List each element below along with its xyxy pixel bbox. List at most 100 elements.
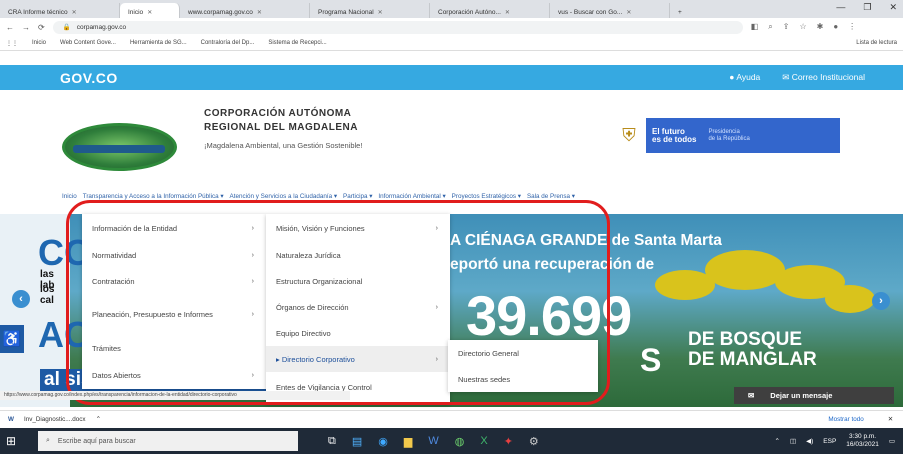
nav-item[interactable]: Participa ▾: [343, 193, 372, 200]
windows-start-icon[interactable]: ⊞: [6, 434, 28, 448]
corp-slogan: ¡Magdalena Ambiental, una Gestión Sosten…: [204, 141, 363, 150]
share-icon[interactable]: ⇪: [783, 22, 790, 32]
menu-icon[interactable]: ⋮: [848, 22, 856, 32]
nav-item[interactable]: Transparencia y Acceso a la Información …: [83, 193, 224, 200]
window-controls: — ❐ ✕: [836, 2, 897, 13]
url-text: corpamag.gov.co: [76, 23, 127, 31]
chrome-icon[interactable]: ◍: [455, 435, 465, 448]
address-row: ← → ⟳ 🔒 corpamag.gov.co ◧ ⌕ ⇪ ☆ ✱ ● ⋮: [0, 18, 903, 36]
tray-arrow-icon[interactable]: ⌃: [775, 437, 780, 445]
nav-item[interactable]: Inicio: [62, 193, 77, 200]
help-label: Ayuda: [736, 72, 761, 82]
nav-item[interactable]: Proyectos Estratégicos ▾: [452, 193, 521, 200]
bookmark-item[interactable]: Inicio: [32, 40, 46, 46]
word-file-icon: W: [8, 416, 14, 423]
store-icon[interactable]: ▤: [352, 435, 362, 448]
search-placeholder: Escribe aquí para buscar: [57, 437, 136, 445]
hero-bosque-text: DE BOSQUE DE MANGLAR: [688, 330, 817, 370]
chat-icon: ✉: [748, 391, 755, 400]
taskbar-search[interactable]: ⌕ Escribe aquí para buscar: [38, 431, 298, 451]
bookmark-item[interactable]: Herramienta de SG...: [130, 40, 187, 46]
mail-link[interactable]: ✉ Correo Institucional: [782, 72, 865, 83]
clock[interactable]: 3:30 p.m. 16/03/2021: [846, 433, 879, 449]
close-tab-icon[interactable]: ✕: [626, 9, 631, 16]
tab-label: CRA Informe técnico: [8, 8, 68, 16]
corp-title-line-2: REGIONAL DEL MAGDALENA: [204, 122, 358, 133]
search-icon: ⌕: [46, 437, 50, 444]
acrobat-icon[interactable]: ✦: [504, 435, 513, 448]
tab-label: Corporación Autóno...: [438, 8, 501, 16]
status-url-bar: https://www.corpamag.gov.co/index.php/es…: [0, 391, 350, 400]
task-view-icon[interactable]: ⧉: [328, 435, 336, 448]
language-indicator[interactable]: ESP: [823, 438, 836, 445]
nav-item[interactable]: Atención y Servicios a la Ciudadanía ▾: [230, 193, 337, 200]
bookmark-item[interactable]: Web Content Gove...: [60, 40, 116, 46]
clock-time: 3:30 p.m.: [849, 433, 877, 440]
hero-bosque-line-1: DE BOSQUE: [688, 329, 803, 350]
browser-tab[interactable]: vus - Buscar con Go... ✕: [550, 3, 670, 18]
hero-bosque-line-2: DE MANGLAR: [688, 349, 817, 370]
system-tray: ⌃ ◫ ◀) ESP 3:30 p.m. 16/03/2021 ▭: [775, 433, 896, 449]
nav-item[interactable]: Sala de Prensa ▾: [527, 193, 575, 200]
close-tab-icon[interactable]: ✕: [147, 9, 152, 16]
corpamag-logo[interactable]: [62, 123, 177, 171]
taskbar-apps: ⧉ ▤ ◉ ▆ W ◍ X ✦ ⚙: [328, 435, 539, 448]
excel-icon[interactable]: X: [480, 435, 487, 448]
accessibility-icon[interactable]: ♿: [0, 325, 24, 353]
chat-widget[interactable]: ✉ Dejar un mensaje: [734, 387, 894, 404]
gob-text-b1: Presidencia: [708, 128, 740, 135]
carousel-next-arrow-icon[interactable]: ›: [872, 292, 890, 310]
restore-button[interactable]: ❐: [863, 2, 871, 13]
file-explorer-icon[interactable]: ▆: [404, 435, 412, 448]
close-tab-icon[interactable]: ✕: [378, 9, 383, 16]
browser-tab[interactable]: CRA Informe técnico ✕: [0, 3, 120, 18]
browser-tab[interactable]: Corporación Autóno... ✕: [430, 3, 550, 18]
settings-icon[interactable]: ⚙: [529, 435, 539, 448]
tab-label: www.corpamag.gov.co: [188, 8, 253, 16]
close-download-bar-icon[interactable]: ✕: [888, 416, 893, 423]
bookmark-item[interactable]: Contraloría del Dp...: [201, 40, 255, 46]
zoom-icon[interactable]: ⌕: [768, 22, 772, 32]
chat-label: Dejar un mensaje: [770, 391, 833, 400]
browser-tab[interactable]: Programa Nacional ✕: [310, 3, 430, 18]
corp-title: CORPORACIÓN AUTÓNOMA REGIONAL DEL MAGDAL…: [204, 107, 358, 135]
reload-icon[interactable]: ⟳: [38, 23, 45, 32]
carousel-prev-arrow-icon[interactable]: ‹: [12, 290, 30, 308]
address-bar[interactable]: 🔒 corpamag.gov.co: [52, 20, 743, 34]
help-link[interactable]: ● Ayuda: [729, 72, 760, 83]
forward-icon[interactable]: →: [22, 23, 30, 32]
volume-icon[interactable]: ◀): [806, 437, 813, 445]
govco-logo[interactable]: GOV.CO: [60, 70, 118, 86]
gob-text-a2: es de todos: [652, 134, 697, 144]
notifications-icon[interactable]: ▭: [889, 437, 895, 445]
reading-list-button[interactable]: Lista de lectura: [856, 40, 897, 46]
download-expand-icon[interactable]: ⌃: [96, 416, 101, 423]
browser-tab[interactable]: Inicio ✕: [120, 3, 180, 18]
mangrove-trees-image: [645, 250, 875, 320]
network-icon[interactable]: ◫: [790, 437, 796, 445]
profile-icon[interactable]: ●: [833, 22, 838, 32]
tab-label: Programa Nacional: [318, 8, 374, 16]
close-tab-icon[interactable]: ✕: [72, 9, 77, 16]
extension-icon[interactable]: ◧: [751, 22, 759, 32]
close-button[interactable]: ✕: [889, 2, 897, 13]
download-file-name[interactable]: Inv_Diagnostic....docx: [24, 416, 86, 423]
extension-icons: ◧ ⌕ ⇪ ☆ ✱ ● ⋮: [751, 22, 856, 32]
puzzle-icon[interactable]: ✱: [817, 22, 824, 32]
edge-icon[interactable]: ◉: [378, 435, 388, 448]
show-all-button[interactable]: Mostrar todo: [828, 416, 863, 423]
close-tab-icon[interactable]: ✕: [257, 9, 262, 16]
nav-item[interactable]: Información Ambiental ▾: [378, 193, 445, 200]
browser-tab[interactable]: www.corpamag.gov.co ✕: [180, 3, 310, 18]
lock-icon: 🔒: [62, 24, 71, 31]
govco-bar: GOV.CO ● Ayuda ✉ Correo Institucional: [0, 65, 903, 90]
bookmark-item[interactable]: Sistema de Recepci...: [268, 40, 326, 46]
star-icon[interactable]: ☆: [799, 22, 806, 32]
new-tab-button[interactable]: +: [670, 3, 688, 18]
back-icon[interactable]: ←: [6, 23, 14, 32]
apps-icon[interactable]: ⋮⋮: [6, 40, 18, 47]
minimize-button[interactable]: —: [836, 2, 845, 13]
government-banner[interactable]: ⛨ El futuro es de todos Presidencia de l…: [612, 118, 840, 153]
word-icon[interactable]: W: [428, 435, 438, 448]
close-tab-icon[interactable]: ✕: [505, 9, 510, 16]
